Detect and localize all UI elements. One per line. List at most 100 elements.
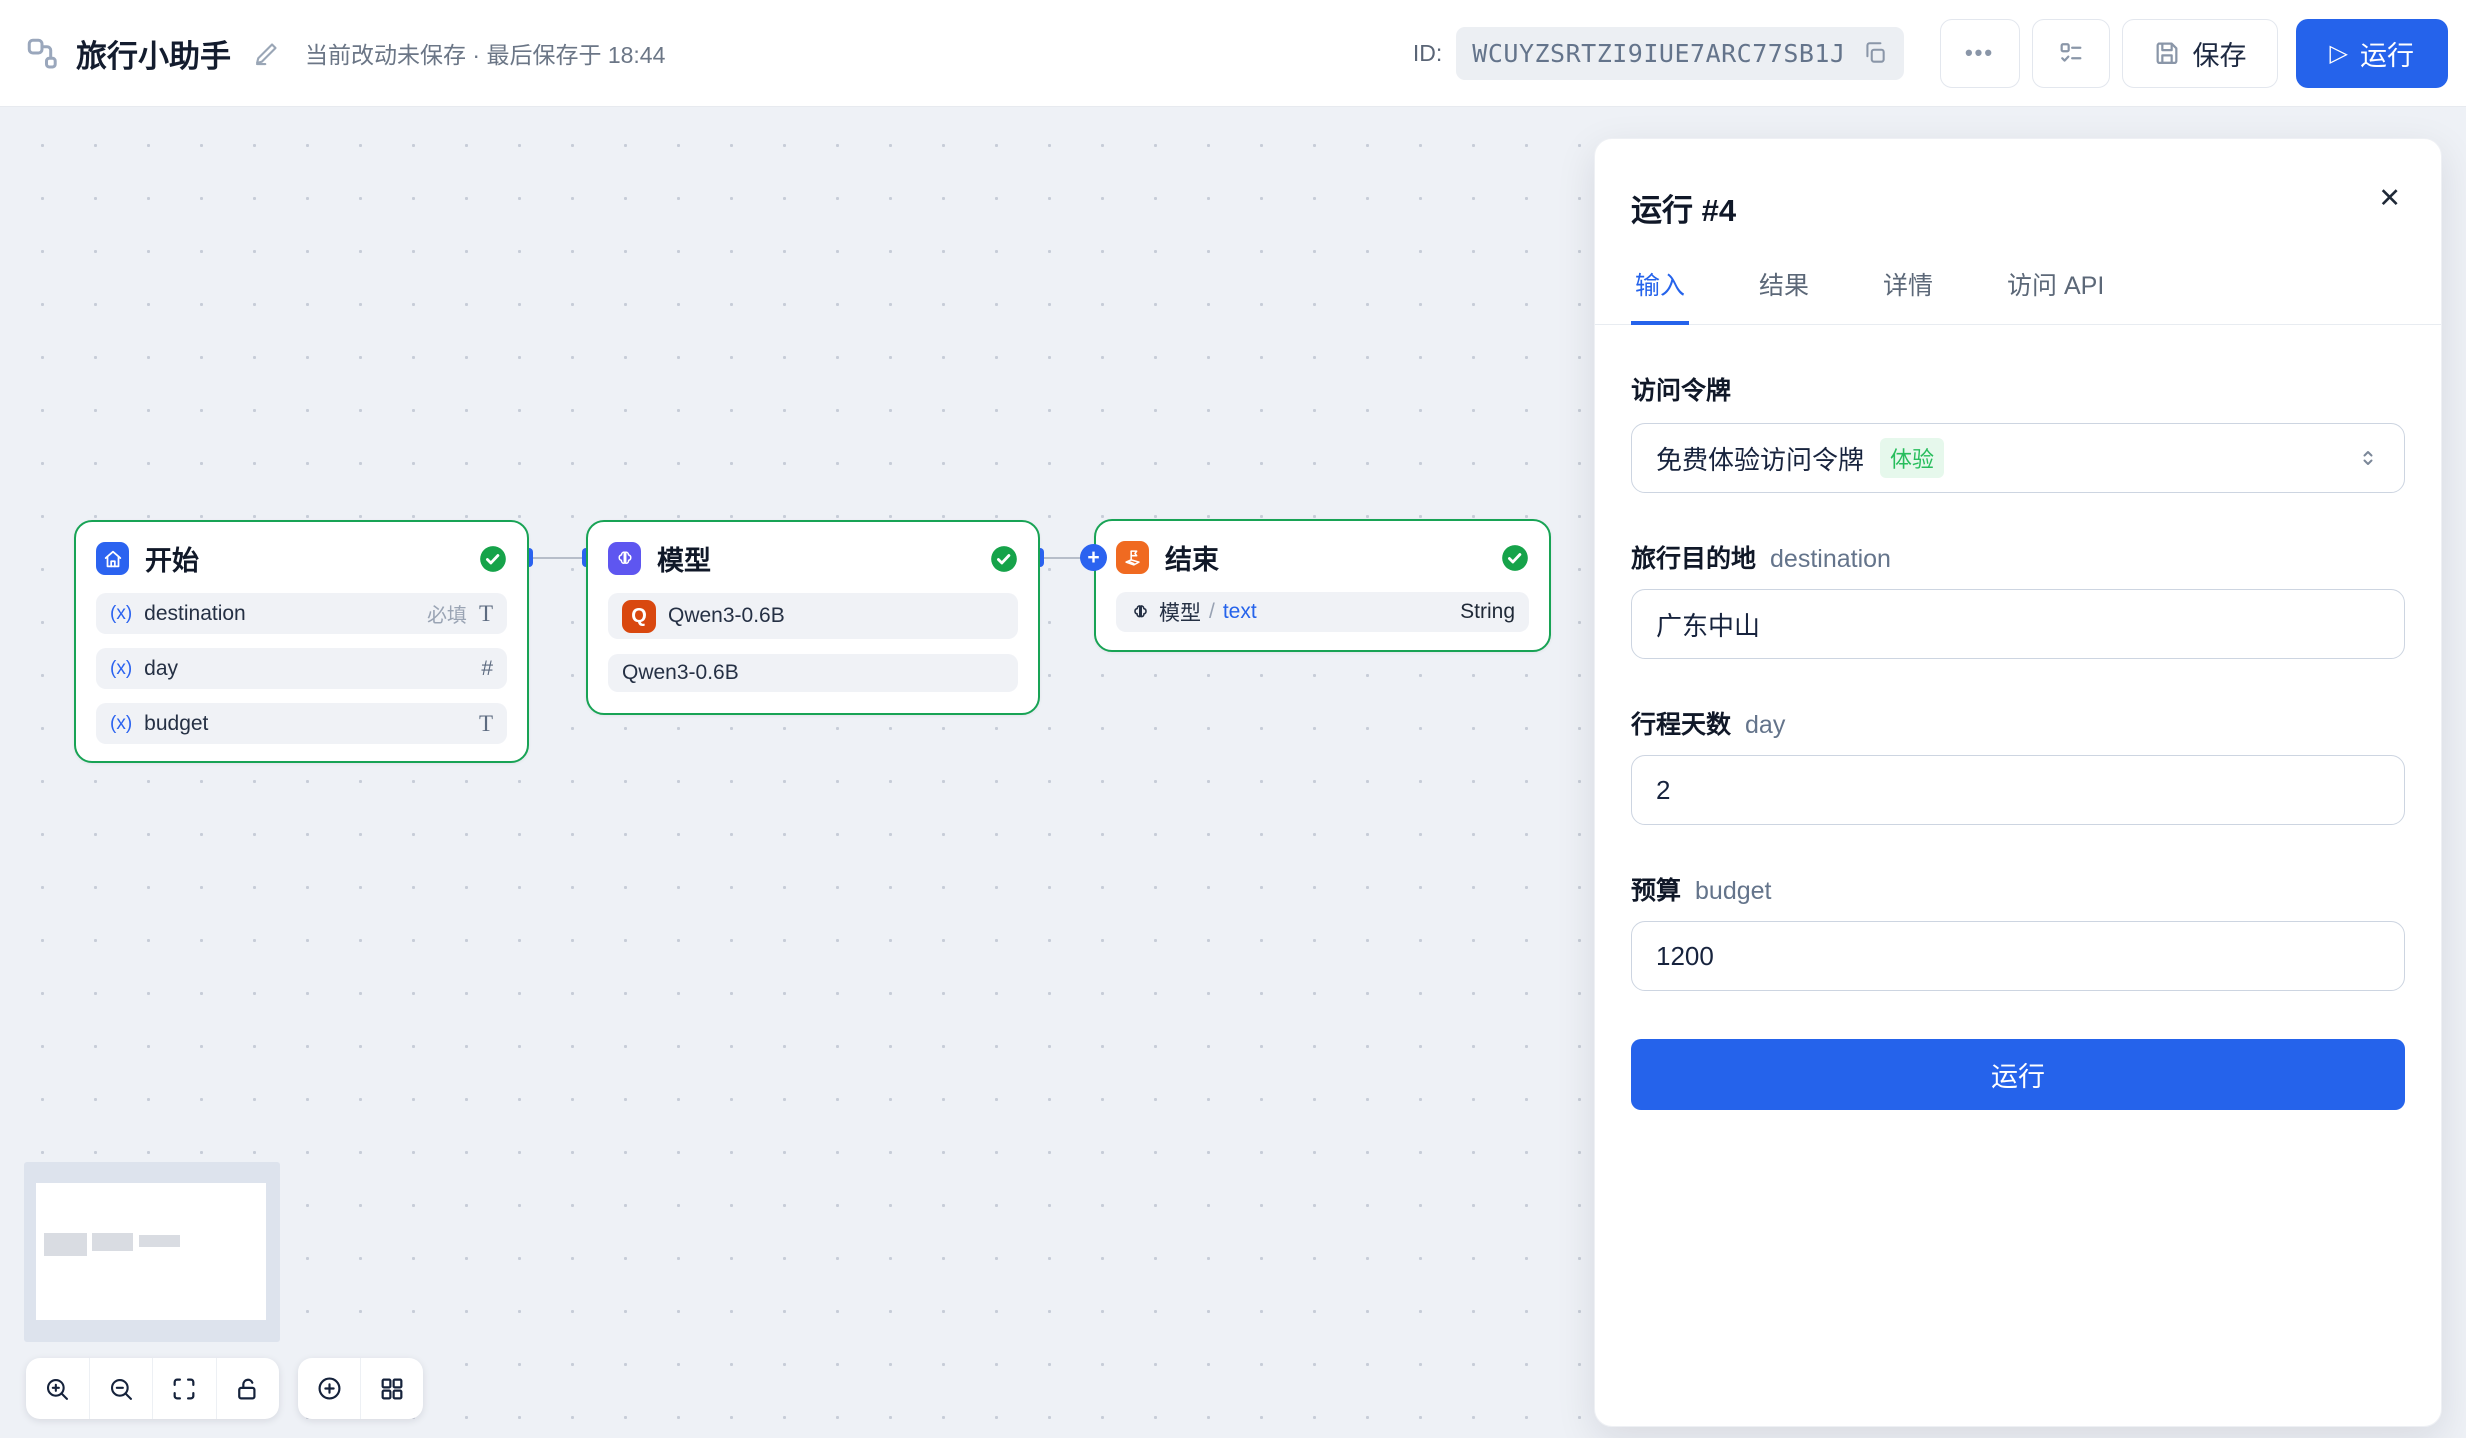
field-label-text: 预算 [1631, 871, 1681, 907]
tab-access-api[interactable]: 访问 API [2003, 266, 2108, 324]
start-row-destination: (x) destination 必填 T [96, 593, 507, 634]
node-model-title: 模型 [657, 539, 711, 578]
copy-icon[interactable] [1862, 40, 1888, 66]
home-icon [96, 542, 129, 575]
start-row-budget: (x) budget T [96, 703, 507, 744]
var-name: destination [144, 602, 246, 626]
edge-model-end [1040, 557, 1085, 559]
minimap-node [139, 1235, 180, 1247]
zoom-in-icon [43, 1375, 71, 1403]
fit-view-icon [170, 1375, 198, 1403]
field-label-text: 行程天数 [1631, 705, 1731, 741]
circle-plus-icon [315, 1374, 344, 1403]
edge-start-model [529, 557, 586, 559]
more-actions-button[interactable]: ••• [1940, 19, 2020, 88]
checklist-icon [2057, 39, 2085, 67]
variable-icon: (x) [110, 603, 132, 625]
checklist-button[interactable] [2032, 19, 2110, 88]
token-select[interactable]: 免费体验访问令牌 体验 [1631, 423, 2405, 493]
token-label-text: 访问令牌 [1631, 371, 1731, 407]
run-panel: 运行 #4 ✕ 输入 结果 详情 访问 API 访问令牌 免费体验访问令牌 体验… [1594, 138, 2442, 1427]
brain-mini-icon [1130, 602, 1151, 623]
trial-badge: 体验 [1880, 438, 1944, 478]
node-start-title: 开始 [145, 539, 199, 578]
run-panel-title: 运行 #4 [1631, 185, 2405, 230]
save-button[interactable]: 保存 [2122, 19, 2278, 88]
id-label: ID: [1413, 40, 1442, 67]
var-name: budget [144, 712, 208, 736]
play-icon: ▷ [2330, 39, 2348, 68]
type-number-icon: # [481, 657, 493, 681]
success-check-icon [479, 545, 507, 573]
node-end-rows: 模型 / text String [1116, 592, 1529, 632]
zoom-out-button[interactable] [89, 1358, 153, 1419]
page-title: 旅行小助手 [76, 31, 231, 76]
ref-separator: / [1209, 600, 1215, 624]
field-key-text: budget [1695, 877, 1771, 906]
node-end-title: 结束 [1165, 538, 1219, 577]
plus-icon: + [1087, 546, 1099, 570]
minimap[interactable] [24, 1162, 280, 1342]
brain-icon [608, 542, 641, 575]
variable-icon: (x) [110, 658, 132, 680]
lock-toggle-button[interactable] [216, 1358, 280, 1419]
zoom-in-button[interactable] [26, 1358, 89, 1419]
unlock-icon [234, 1375, 262, 1403]
edit-pencil-icon[interactable] [253, 39, 281, 67]
start-row-day: (x) day # [96, 648, 507, 689]
save-icon [2153, 39, 2181, 67]
add-node-button[interactable] [298, 1358, 360, 1419]
node-start-rows: (x) destination 必填 T (x) day # (x) budge… [96, 593, 507, 744]
budget-label: 预算 budget [1631, 871, 2405, 907]
node-start-header: 开始 [96, 542, 507, 575]
workflow-id-pill: WCUYZSRTZI9IUE7ARC77SB1J [1456, 27, 1903, 80]
var-name: day [144, 657, 178, 681]
node-model[interactable]: 模型 Q Qwen3-0.6B Qwen3-0.6B [586, 520, 1040, 715]
ellipsis-icon: ••• [1965, 40, 1994, 66]
day-label: 行程天数 day [1631, 705, 2405, 741]
add-node-plus-button[interactable]: + [1080, 544, 1107, 571]
workflow-id-value: WCUYZSRTZI9IUE7ARC77SB1J [1472, 39, 1845, 68]
tab-details[interactable]: 详情 [1879, 266, 1937, 324]
minimap-node [92, 1233, 133, 1251]
model-name: Qwen3-0.6B [668, 604, 785, 628]
budget-input[interactable] [1631, 921, 2405, 991]
run-button-label: 运行 [2360, 34, 2414, 73]
field-key-text: destination [1770, 545, 1891, 574]
model-selector-row: Q Qwen3-0.6B [608, 593, 1018, 639]
app-window: 旅行小助手 当前改动未保存 · 最后保存于 18:44 ID: WCUYZSRT… [0, 0, 2466, 1438]
node-start[interactable]: 开始 (x) destination 必填 T (x) day [74, 520, 529, 763]
grid-icon [378, 1375, 406, 1403]
end-output-row: 模型 / text String [1116, 592, 1529, 632]
workflow-icon [24, 35, 60, 71]
success-check-icon [1501, 544, 1529, 572]
chevron-updown-icon [2356, 446, 2380, 470]
header-right: ID: WCUYZSRTZI9IUE7ARC77SB1J ••• [1413, 19, 2448, 88]
destination-input[interactable] [1631, 589, 2405, 659]
token-value: 免费体验访问令牌 [1656, 440, 1864, 477]
header-left: 旅行小助手 当前改动未保存 · 最后保存于 18:44 [24, 31, 665, 76]
value-type-label: String [1460, 600, 1515, 624]
success-check-icon [990, 545, 1018, 573]
finish-flag-icon [1116, 541, 1149, 574]
day-input[interactable] [1631, 755, 2405, 825]
tab-input[interactable]: 输入 [1631, 266, 1689, 325]
node-end[interactable]: 结束 模型 / text [1094, 519, 1551, 652]
canvas-add-toolbar [298, 1358, 423, 1419]
canvas-zoom-toolbar [26, 1358, 279, 1419]
fit-view-button[interactable] [152, 1358, 216, 1419]
tab-result[interactable]: 结果 [1755, 266, 1813, 324]
type-text-icon: T [479, 601, 493, 627]
variable-icon: (x) [110, 713, 132, 735]
field-key-text: day [1745, 711, 1785, 740]
save-button-label: 保存 [2193, 34, 2247, 73]
qwen-logo-icon: Q [622, 600, 656, 633]
zoom-out-icon [107, 1375, 135, 1403]
node-model-rows: Q Qwen3-0.6B Qwen3-0.6B [608, 593, 1018, 692]
header-run-button[interactable]: ▷ 运行 [2296, 19, 2448, 88]
close-icon[interactable]: ✕ [2378, 185, 2401, 212]
token-label: 访问令牌 [1631, 371, 2405, 407]
auto-layout-button[interactable] [360, 1358, 423, 1419]
run-panel-tabs: 输入 结果 详情 访问 API [1595, 266, 2441, 325]
panel-run-button[interactable]: 运行 [1631, 1039, 2405, 1110]
